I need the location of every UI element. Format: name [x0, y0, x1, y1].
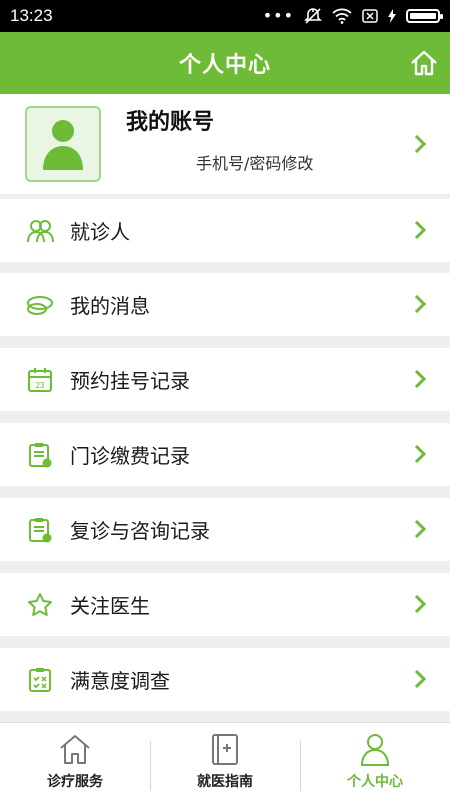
home-icon — [411, 50, 437, 76]
tab-medical-guide[interactable]: 就医指南 — [150, 723, 300, 800]
charging-icon — [388, 9, 396, 23]
chevron-right-icon — [414, 134, 426, 154]
chevron-right-icon — [414, 369, 426, 389]
message-icon — [27, 296, 53, 315]
menu-item-followed-doctors[interactable]: 关注医生 — [0, 573, 450, 636]
page-title: 个人中心 — [178, 53, 271, 78]
menu-label: 门诊缴费记录 — [70, 444, 190, 468]
menu-item-messages[interactable]: 我的消息 — [0, 273, 450, 336]
tab-label: 诊疗服务 — [47, 774, 103, 790]
menu-label: 满意度调查 — [70, 669, 170, 693]
battery-icon — [406, 9, 443, 23]
menu-label: 复诊与咨询记录 — [70, 519, 210, 543]
home-button[interactable] — [406, 45, 442, 81]
calendar-icon: 23 — [28, 368, 52, 392]
status-bar: 13:23 ••• — [0, 0, 450, 32]
menu-label: 就诊人 — [70, 220, 130, 244]
menu-label: 我的消息 — [70, 294, 150, 318]
no-sim-icon — [362, 9, 378, 23]
consult-record-icon — [29, 518, 52, 543]
tab-label: 个人中心 — [347, 774, 403, 790]
menu-item-appointment-records[interactable]: 23 预约挂号记录 — [0, 348, 450, 411]
avatar — [25, 106, 101, 182]
menu-item-patients[interactable]: 就诊人 — [0, 199, 450, 262]
survey-icon — [29, 668, 51, 692]
menu-label: 关注医生 — [70, 594, 150, 618]
bottom-tab-bar: 诊疗服务 就医指南 个人中心 — [0, 722, 450, 800]
svg-text:23: 23 — [36, 381, 45, 390]
guide-book-icon — [212, 734, 238, 765]
menu-label: 预约挂号记录 — [70, 369, 190, 393]
menu-item-consult-records[interactable]: 复诊与咨询记录 — [0, 498, 450, 561]
payment-record-icon — [29, 443, 52, 468]
chevron-right-icon — [414, 220, 426, 240]
home-outline-icon — [60, 735, 90, 764]
tab-treatment-services[interactable]: 诊疗服务 — [0, 723, 150, 800]
account-name: 我的账号 — [126, 110, 215, 135]
person-icon — [360, 734, 390, 766]
chevron-right-icon — [414, 594, 426, 614]
wifi-icon — [332, 8, 352, 24]
chevron-right-icon — [414, 444, 426, 464]
account-subtitle: 手机号/密码修改 — [196, 154, 314, 173]
menu-item-satisfaction-survey[interactable]: 满意度调查 — [0, 648, 450, 711]
more-dots-icon: ••• — [262, 6, 294, 25]
status-time: 13:23 — [10, 6, 53, 25]
patients-icon — [27, 220, 54, 243]
app-header: 个人中心 — [0, 32, 450, 94]
menu-item-payment-records[interactable]: 门诊缴费记录 — [0, 423, 450, 486]
avatar-icon — [43, 120, 83, 170]
account-card[interactable]: 我的账号 手机号/密码修改 — [0, 94, 450, 194]
tab-label: 就医指南 — [197, 774, 253, 790]
chevron-right-icon — [414, 669, 426, 689]
chevron-right-icon — [414, 294, 426, 314]
silent-icon — [304, 8, 322, 24]
tab-personal-center[interactable]: 个人中心 — [300, 723, 450, 800]
status-icons: ••• — [262, 6, 443, 25]
star-icon — [28, 593, 52, 616]
chevron-right-icon — [414, 519, 426, 539]
